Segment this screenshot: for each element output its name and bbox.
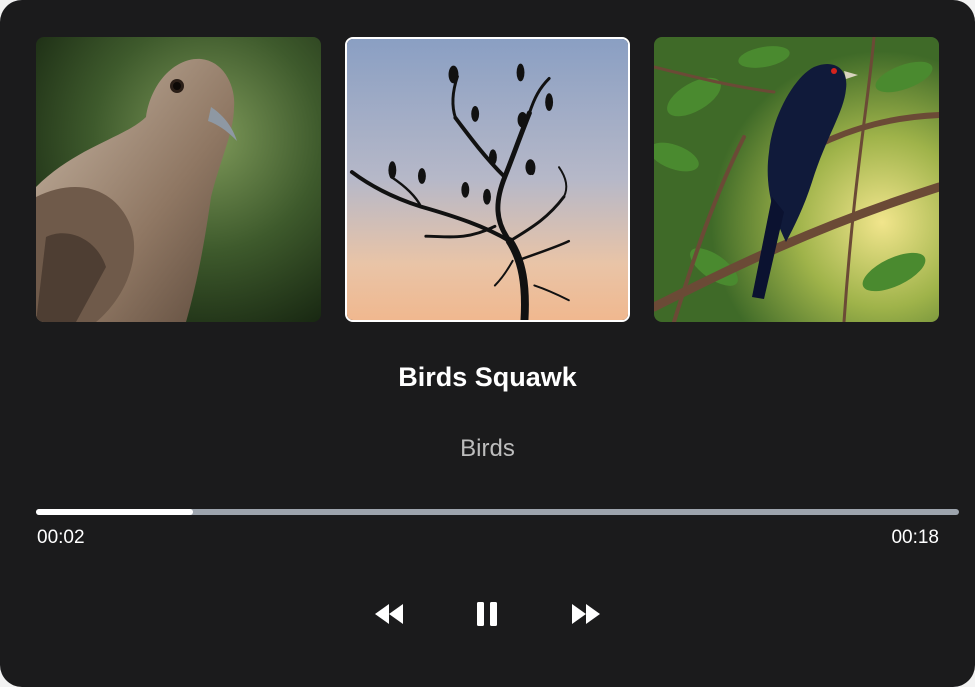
current-time: 00:02 <box>37 527 85 548</box>
progress-bar[interactable] <box>36 509 959 515</box>
artwork-silhouette[interactable] <box>345 37 630 322</box>
silhouette-image <box>347 39 628 320</box>
track-title: Birds Squawk <box>398 362 577 392</box>
playback-controls <box>0 594 975 634</box>
pause-icon <box>477 602 497 626</box>
fast-forward-icon <box>572 604 600 624</box>
artwork-dove[interactable] <box>36 37 321 322</box>
pause-button[interactable] <box>467 594 507 634</box>
progress-fill <box>36 509 193 515</box>
artwork-black-bird[interactable] <box>654 37 939 322</box>
fast-forward-button[interactable] <box>566 594 606 634</box>
audio-player: Birds Squawk Birds 00:02 00:18 <box>0 0 975 687</box>
duration-time: 00:18 <box>891 527 939 548</box>
track-artist: Birds <box>460 435 515 462</box>
black-bird-image <box>654 37 939 322</box>
rewind-button[interactable] <box>369 594 409 634</box>
rewind-icon <box>375 604 403 624</box>
dove-image <box>36 37 321 322</box>
